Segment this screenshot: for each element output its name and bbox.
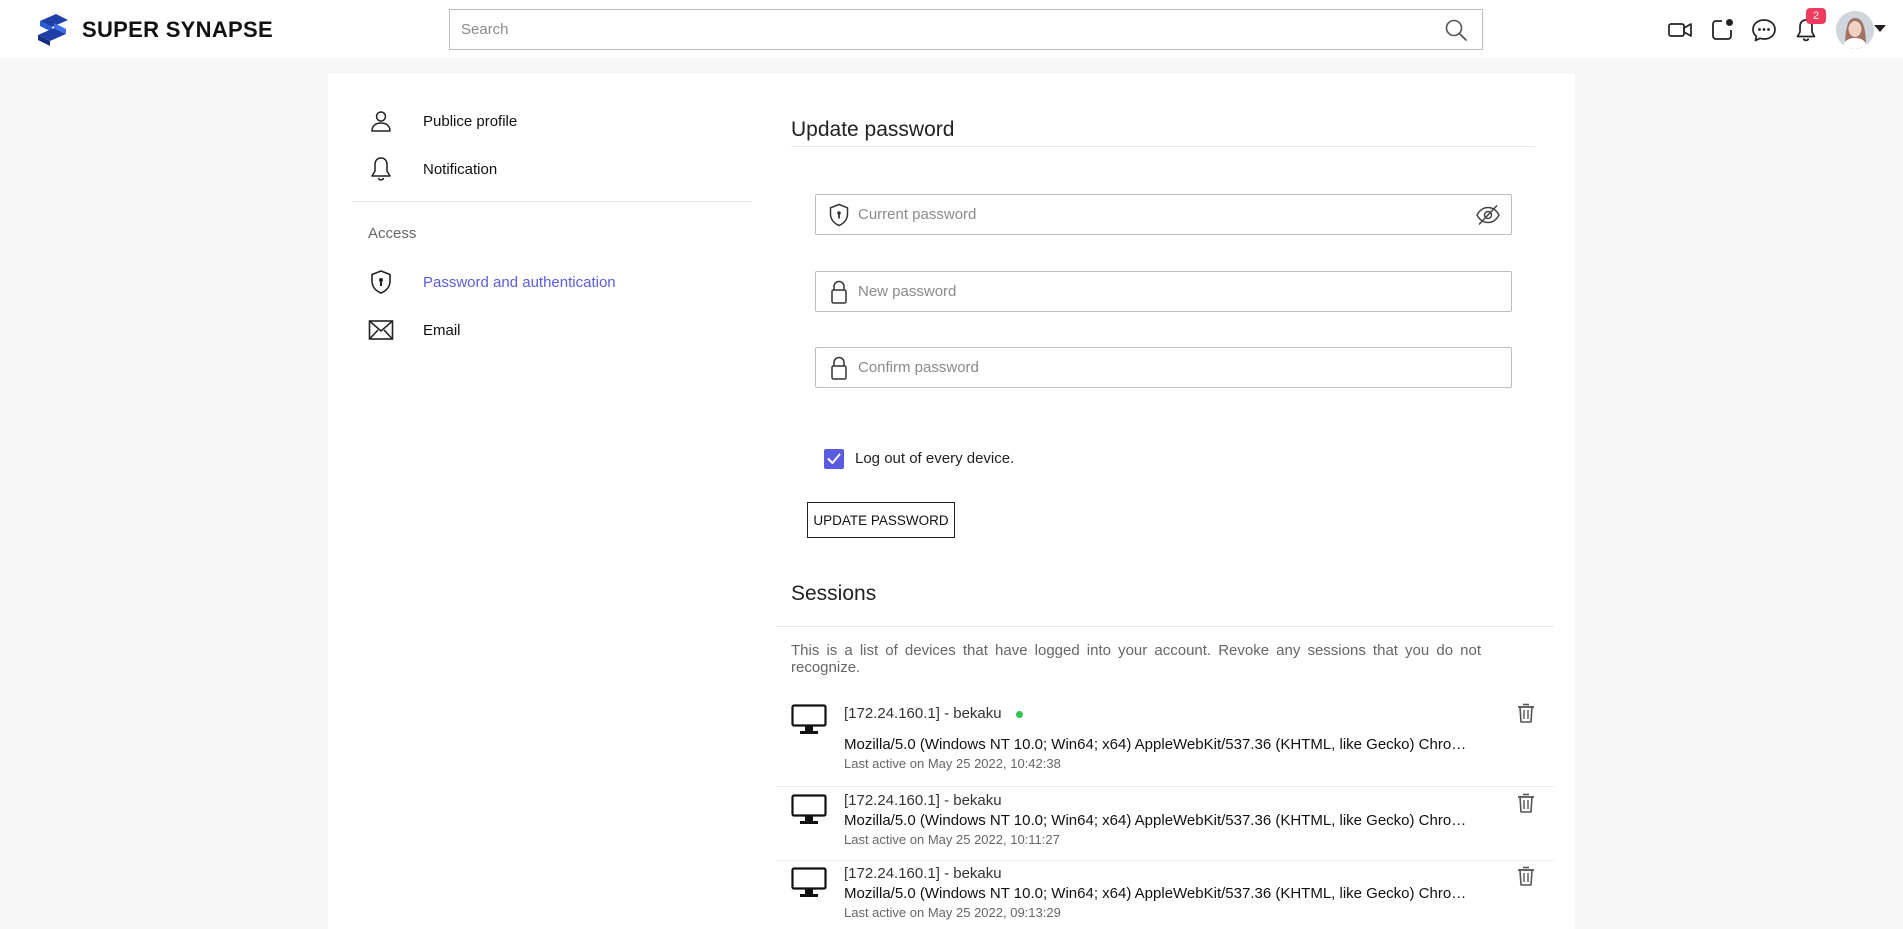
bell-icon [368,156,394,182]
monitor-icon [791,794,827,824]
sessions-description: This is a list of devices that have logg… [791,642,1481,676]
sidebar-item-email[interactable]: Email [368,317,461,343]
session-last-active: Last active on May 25 2022, 10:42:38 [844,756,1061,771]
shield-lock-icon [827,202,851,228]
session-user-agent: Mozilla/5.0 (Windows NT 10.0; Win64; x64… [844,885,1472,902]
online-status-dot [1015,710,1023,718]
top-bar: SUPER SYNAPSE 2 [0,0,1903,58]
settings-card: Publice profile Notification Access Pass… [328,74,1575,929]
session-user-agent: Mozilla/5.0 (Windows NT 10.0; Win64; x64… [844,812,1472,829]
section-divider [776,626,1554,627]
chat-icon[interactable] [1750,16,1778,44]
logo[interactable]: SUPER SYNAPSE [34,12,273,48]
sidebar-section-access: Access [368,225,417,242]
session-ip-text: [172.24.160.1] - bekaku [844,705,1002,722]
session-ip: [172.24.160.1] - bekaku [844,792,1002,809]
session-ip: [172.24.160.1] - bekaku [844,865,1002,882]
session-item: [172.24.160.1] - bekaku Mozilla/5.0 (Win… [776,864,1554,929]
lock-icon [827,355,851,381]
logo-mark-icon [38,14,68,46]
update-password-button[interactable]: UPDATE PASSWORD [807,502,955,538]
video-icon[interactable] [1666,16,1694,44]
session-ip: [172.24.160.1] - bekaku [844,705,1023,722]
session-divider [776,860,1554,861]
search-bar [449,9,1483,50]
app-name: SUPER SYNAPSE [82,17,273,42]
trash-icon[interactable] [1515,864,1537,888]
session-item: [172.24.160.1] - bekaku Mozilla/5.0 (Win… [776,791,1554,858]
current-password-input[interactable] [858,195,1458,234]
session-divider [776,786,1554,787]
lock-icon [827,279,851,305]
session-item: [172.24.160.1] - bekaku Mozilla/5.0 (Win… [776,701,1554,784]
confirm-password-input[interactable] [858,348,1458,387]
sidebar-item-label: Email [423,321,461,339]
chevron-down-icon[interactable] [1873,21,1887,35]
sidebar-item-password-authentication[interactable]: Password and authentication [368,269,616,295]
trash-icon[interactable] [1515,701,1537,725]
sidebar-item-label: Password and authentication [423,273,616,291]
search-input[interactable] [450,10,1430,49]
sidebar-divider [352,201,752,202]
sessions-title: Sessions [791,582,877,605]
shield-icon [368,269,394,295]
avatar[interactable] [1836,11,1874,49]
new-password-input[interactable] [858,272,1458,311]
sidebar-item-public-profile[interactable]: Publice profile [368,108,517,134]
sidebar-item-label: Notification [423,160,498,178]
logout-every-device-checkbox[interactable] [824,449,844,469]
monitor-icon [791,704,827,734]
sidebar-item-label: Publice profile [423,112,518,130]
update-password-title: Update password [791,118,955,141]
monitor-icon [791,867,827,897]
trash-icon[interactable] [1515,791,1537,815]
new-password-field [815,271,1512,312]
search-icon[interactable] [1444,18,1468,42]
confirm-password-field [815,347,1512,388]
sidebar-item-notification[interactable]: Notification [368,156,497,182]
section-divider [791,146,1535,147]
session-last-active: Last active on May 25 2022, 10:11:27 [844,832,1060,847]
user-icon [368,108,394,134]
mail-icon [368,317,394,343]
current-password-field [815,194,1512,235]
eye-off-icon[interactable] [1475,203,1501,227]
session-last-active: Last active on May 25 2022, 09:13:29 [844,905,1061,920]
app-notification-icon[interactable] [1708,16,1736,44]
session-user-agent: Mozilla/5.0 (Windows NT 10.0; Win64; x64… [844,736,1472,753]
logout-every-device-label: Log out of every device. [855,450,1015,467]
notification-badge: 2 [1806,8,1826,24]
check-icon [827,453,841,464]
